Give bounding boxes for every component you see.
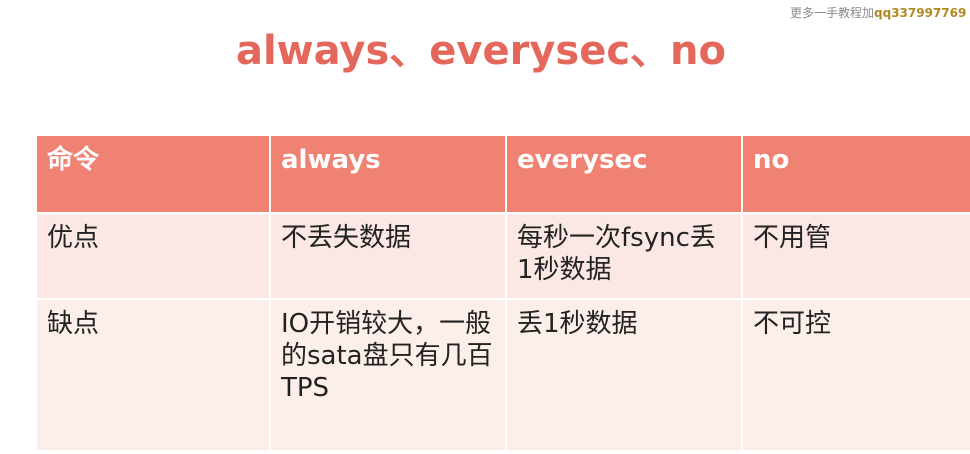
table-cell: 丢1秒数据 (507, 300, 741, 450)
table-cell: 不可控 (743, 300, 970, 450)
table-header-cell: always (271, 136, 505, 212)
table-cell: 不用管 (743, 214, 970, 298)
table-cell: 优点 (37, 214, 269, 298)
comparison-table: 命令 always everysec no 优点 不丢失数据 每秒一次fsync… (37, 136, 970, 450)
table-cell: 不丢失数据 (271, 214, 505, 298)
table-header-cell: 命令 (37, 136, 269, 212)
table-cell: 缺点 (37, 300, 269, 450)
table-cell: 每秒一次fsync丢1秒数据 (507, 214, 741, 298)
slide-title: always、everysec、no (235, 28, 727, 74)
table-header-cell: everysec (507, 136, 741, 212)
table-cell: IO开销较大，一般的sata盘只有几百TPS (271, 300, 505, 450)
table-header-cell: no (743, 136, 970, 212)
